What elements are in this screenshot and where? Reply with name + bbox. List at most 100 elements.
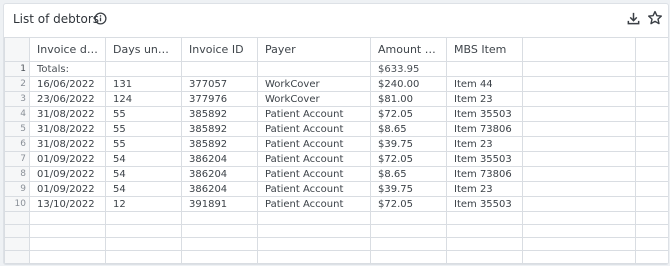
cell-days-unpaid[interactable]: 12 [105, 196, 182, 212]
row-number: 7 [4, 151, 30, 167]
table-row[interactable]: 4 31/08/2022 55 385892 Patient Account $72.05… [4, 106, 668, 122]
cell-payer[interactable]: Patient Account [257, 106, 371, 122]
table-cell [522, 136, 636, 152]
cell-mbs-item[interactable]: Item 73806 [446, 121, 523, 137]
cell-mbs-item[interactable]: Item 23 [446, 91, 523, 107]
table-cell [522, 166, 636, 182]
header-row: Invoice date Days unpaid Invoice ID Paye… [4, 37, 668, 62]
cell-amount[interactable]: $240.00 [370, 76, 447, 92]
cell-invoice-date[interactable]: 16/06/2022 [29, 76, 106, 92]
cell-mbs-item[interactable]: Item 73806 [446, 166, 523, 182]
table-cell [522, 196, 636, 212]
cell-invoice-id[interactable]: 377057 [181, 76, 258, 92]
empty-row [4, 224, 668, 238]
cell-mbs-item[interactable]: Item 23 [446, 136, 523, 152]
cell-invoice-id[interactable]: 386204 [181, 166, 258, 182]
table-cell [105, 237, 182, 251]
cell-days-unpaid[interactable]: 131 [105, 76, 182, 92]
table-row[interactable]: 2 16/06/2022 131 377057 WorkCover $240.00 Item… [4, 76, 668, 92]
table-row[interactable]: 10 13/10/2022 12 391891 Patient Account $72.0… [4, 196, 668, 212]
cell-invoice-id[interactable]: 385892 [181, 136, 258, 152]
cell-invoice-date[interactable]: 31/08/2022 [29, 121, 106, 137]
cell-amount[interactable]: $39.75 [370, 181, 447, 197]
column-header-mbs-item[interactable]: MBS Item [446, 37, 523, 62]
cell-invoice-date[interactable]: 01/09/2022 [29, 151, 106, 167]
cell-invoice-date[interactable]: 31/08/2022 [29, 136, 106, 152]
cell-amount[interactable]: $72.05 [370, 106, 447, 122]
cell-payer[interactable]: Patient Account [257, 196, 371, 212]
cell-invoice-id[interactable]: 386204 [181, 151, 258, 167]
cell-days-unpaid[interactable]: 55 [105, 106, 182, 122]
cell-mbs-item[interactable]: Item 35503 [446, 151, 523, 167]
table-cell [635, 136, 668, 152]
cell-invoice-id[interactable]: 391891 [181, 196, 258, 212]
cell-amount[interactable]: $72.05 [370, 151, 447, 167]
table-cell [4, 237, 30, 251]
column-header-invoice-id[interactable]: Invoice ID [181, 37, 258, 62]
cell-amount[interactable]: $72.05 [370, 196, 447, 212]
cell-invoice-date[interactable]: 13/10/2022 [29, 196, 106, 212]
cell-invoice-id[interactable]: 377976 [181, 91, 258, 107]
cell-amount[interactable]: $39.75 [370, 136, 447, 152]
cell-days-unpaid[interactable]: 55 [105, 136, 182, 152]
table-row[interactable]: 6 31/08/2022 55 385892 Patient Account $39.75… [4, 136, 668, 152]
cell-payer[interactable]: Patient Account [257, 151, 371, 167]
table-cell [522, 181, 636, 197]
table-cell [105, 250, 182, 264]
empty-row [4, 250, 668, 264]
cell-days-unpaid[interactable]: 54 [105, 166, 182, 182]
table-cell [522, 211, 636, 225]
cell-invoice-date[interactable]: 01/09/2022 [29, 166, 106, 182]
table-cell [370, 237, 447, 251]
table-row[interactable]: 8 01/09/2022 54 386204 Patient Account $8.65 I… [4, 166, 668, 182]
table-row[interactable]: 3 23/06/2022 124 377976 WorkCover $81.00 Item … [4, 91, 668, 107]
cell-invoice-date[interactable]: 01/09/2022 [29, 181, 106, 197]
cell-payer[interactable]: Patient Account [257, 166, 371, 182]
table-cell [446, 224, 523, 238]
cell-payer[interactable]: WorkCover [257, 91, 371, 107]
table-row[interactable]: 9 01/09/2022 54 386204 Patient Account $39.75… [4, 181, 668, 197]
cell-payer[interactable]: WorkCover [257, 76, 371, 92]
column-header-invoice-date[interactable]: Invoice date [29, 37, 106, 62]
cell-amount[interactable]: $8.65 [370, 166, 447, 182]
table-cell [257, 237, 371, 251]
cell-days-unpaid[interactable]: 54 [105, 151, 182, 167]
table-cell [257, 250, 371, 264]
column-header-days-unpaid[interactable]: Days unpaid [105, 37, 182, 62]
star-icon[interactable] [647, 10, 663, 26]
cell-days-unpaid[interactable]: 54 [105, 181, 182, 197]
cell-mbs-item[interactable]: Item 35503 [446, 196, 523, 212]
info-circle-icon[interactable] [94, 12, 107, 25]
cell-invoice-date[interactable]: 31/08/2022 [29, 106, 106, 122]
table-cell [181, 237, 258, 251]
cell-mbs-item[interactable]: Item 23 [446, 181, 523, 197]
table-cell [29, 237, 106, 251]
download-icon[interactable] [626, 11, 641, 26]
column-header-amount-outstanding[interactable]: Amount o... [370, 37, 447, 62]
cell-amount[interactable]: $8.65 [370, 121, 447, 137]
table-cell [4, 224, 30, 238]
row-number: 2 [4, 76, 30, 92]
cell-invoice-id[interactable]: 386204 [181, 181, 258, 197]
cell-days-unpaid[interactable]: 124 [105, 91, 182, 107]
table-row[interactable]: 5 31/08/2022 55 385892 Patient Account $8.65 I… [4, 121, 668, 137]
cell-payer[interactable]: Patient Account [257, 121, 371, 137]
column-header-payer[interactable]: Payer [257, 37, 371, 62]
cell-payer[interactable]: Patient Account [257, 136, 371, 152]
table-cell [29, 224, 106, 238]
cell-invoice-id[interactable]: 385892 [181, 106, 258, 122]
table-cell [635, 121, 668, 137]
table-row[interactable]: 7 01/09/2022 54 386204 Patient Account $72.05… [4, 151, 668, 167]
cell-days-unpaid[interactable]: 55 [105, 121, 182, 137]
cell-invoice-date[interactable]: 23/06/2022 [29, 91, 106, 107]
cell-amount[interactable]: $81.00 [370, 91, 447, 107]
table-body: 1 Totals: $633.95 2 16/06/2022 131 377057 Wo… [4, 61, 668, 264]
cell-invoice-id[interactable]: 385892 [181, 121, 258, 137]
cell-mbs-item[interactable]: Item 44 [446, 76, 523, 92]
row-number: 4 [4, 106, 30, 122]
table-cell [105, 211, 182, 225]
table-cell [522, 250, 636, 264]
table-cell [105, 61, 182, 77]
cell-payer[interactable]: Patient Account [257, 181, 371, 197]
cell-mbs-item[interactable]: Item 35503 [446, 106, 523, 122]
